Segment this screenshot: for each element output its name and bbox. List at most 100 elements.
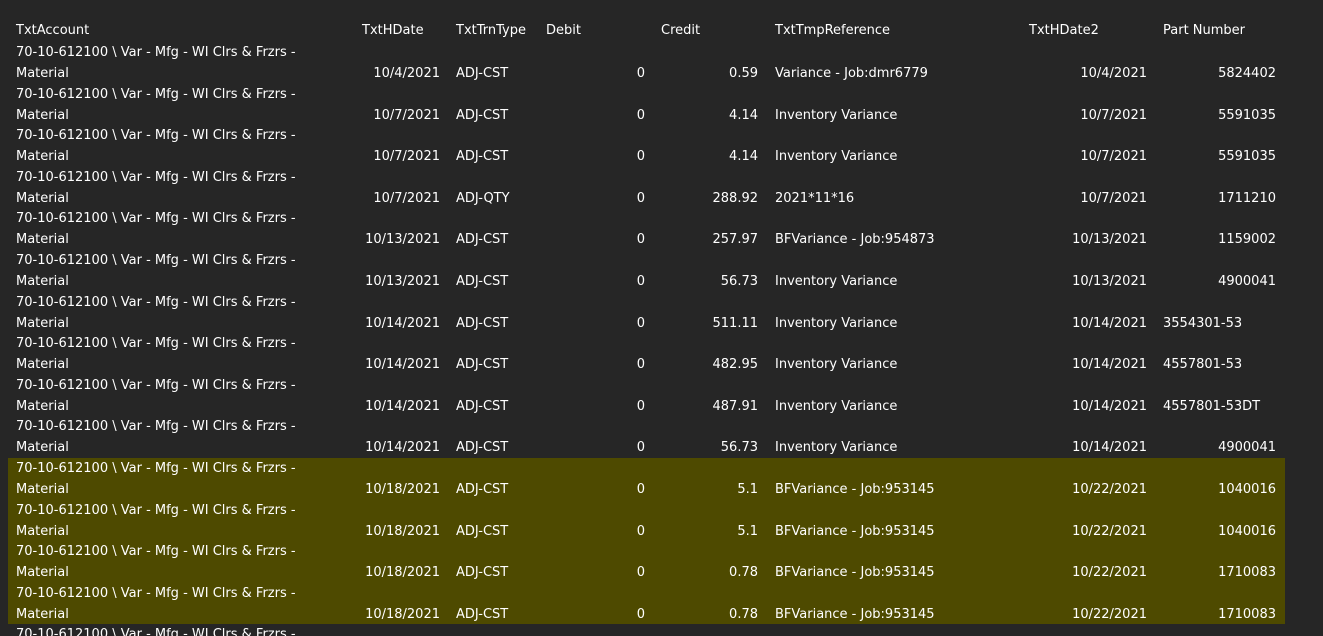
part-number-cell[interactable]: 1710083 <box>1163 605 1276 625</box>
debit-cell[interactable]: 0 <box>568 480 645 500</box>
hdate-cell[interactable]: 10/14/2021 <box>308 438 440 458</box>
credit-cell[interactable]: 4.14 <box>668 106 758 126</box>
trn-type-cell[interactable]: ADJ-QTY <box>456 189 510 209</box>
table-row[interactable]: 70-10-612100 \ Var - Mfg - WI Clrs & Frz… <box>8 250 1285 292</box>
credit-cell[interactable]: 4.14 <box>668 147 758 167</box>
trn-type-cell[interactable]: ADJ-CST <box>456 522 508 542</box>
credit-cell[interactable]: 0.59 <box>668 64 758 84</box>
debit-cell[interactable]: 0 <box>568 147 645 167</box>
debit-cell[interactable]: 0 <box>568 522 645 542</box>
account-cell-line2[interactable]: Material <box>16 522 69 542</box>
account-cell-line1[interactable]: 70-10-612100 \ Var - Mfg - WI Clrs & Frz… <box>16 542 296 562</box>
table-row[interactable]: 70-10-612100 \ Var - Mfg - WI Clrs & Frz… <box>8 375 1285 417</box>
hdate-cell[interactable]: 10/7/2021 <box>308 147 440 167</box>
hdate2-cell[interactable]: 10/22/2021 <box>1008 605 1147 625</box>
hdate-cell[interactable]: 10/18/2021 <box>308 522 440 542</box>
debit-cell[interactable]: 0 <box>568 189 645 209</box>
hdate2-cell[interactable]: 10/22/2021 <box>1008 480 1147 500</box>
trn-type-cell[interactable]: ADJ-CST <box>456 563 508 583</box>
hdate2-cell[interactable]: 10/13/2021 <box>1008 272 1147 292</box>
reference-cell[interactable]: Inventory Variance <box>775 355 897 375</box>
account-cell-line1[interactable]: 70-10-612100 \ Var - Mfg - WI Clrs & Frz… <box>16 85 296 105</box>
debit-cell[interactable]: 0 <box>568 438 645 458</box>
account-cell-line1[interactable]: 70-10-612100 \ Var - Mfg - WI Clrs & Frz… <box>16 43 296 63</box>
account-cell-line2[interactable]: Material <box>16 314 69 334</box>
debit-cell[interactable]: 0 <box>568 605 645 625</box>
hdate2-cell[interactable]: 10/7/2021 <box>1008 147 1147 167</box>
hdate-cell[interactable]: 10/4/2021 <box>308 64 440 84</box>
trn-type-cell[interactable]: ADJ-CST <box>456 230 508 250</box>
account-cell-line1[interactable]: 70-10-612100 \ Var - Mfg - WI Clrs & Frz… <box>16 459 296 479</box>
credit-cell[interactable]: 56.73 <box>668 272 758 292</box>
part-number-cell[interactable]: 4900041 <box>1163 438 1276 458</box>
credit-cell[interactable]: 288.92 <box>668 189 759 209</box>
column-header-reference[interactable]: TxtTmpReference <box>775 21 890 41</box>
column-header-trn-type[interactable]: TxtTrnType <box>456 21 526 41</box>
account-cell-line1[interactable]: 70-10-612100 \ Var - Mfg - WI Clrs & Frz… <box>16 293 296 313</box>
part-number-cell[interactable]: 1710083 <box>1163 563 1276 583</box>
column-header-hdate[interactable]: TxtHDate <box>362 21 424 41</box>
debit-cell[interactable]: 0 <box>568 106 645 126</box>
hdate2-cell[interactable]: 10/7/2021 <box>1008 189 1147 209</box>
hdate-cell[interactable]: 10/18/2021 <box>308 480 440 500</box>
hdate2-cell[interactable]: 10/13/2021 <box>1008 230 1147 250</box>
hdate-cell[interactable]: 10/18/2021 <box>308 605 440 625</box>
hdate-cell[interactable]: 10/13/2021 <box>308 272 440 292</box>
table-row[interactable]: 70-10-612100 \ Var - Mfg - WI Clrs & Frz… <box>8 541 1285 583</box>
reference-cell[interactable]: Inventory Variance <box>775 272 897 292</box>
part-number-cell[interactable]: 5824402 <box>1163 64 1276 84</box>
table-row[interactable]: 70-10-612100 \ Var - Mfg - WI Clrs & Frz… <box>8 458 1285 500</box>
hdate-cell[interactable]: 10/18/2021 <box>308 563 440 583</box>
account-cell-line1[interactable]: 70-10-612100 \ Var - Mfg - WI Clrs & Frz… <box>16 251 296 271</box>
trn-type-cell[interactable]: ADJ-CST <box>456 64 508 84</box>
hdate-cell[interactable]: 10/14/2021 <box>308 355 440 375</box>
account-cell-line2[interactable]: Material <box>16 563 69 583</box>
trn-type-cell[interactable]: ADJ-CST <box>456 272 508 292</box>
part-number-cell[interactable]: 1711210 <box>1163 189 1276 209</box>
column-header-debit[interactable]: Debit <box>546 21 581 41</box>
trn-type-cell[interactable]: ADJ-CST <box>456 314 508 334</box>
hdate-cell[interactable]: 10/14/2021 <box>308 397 440 417</box>
column-header-credit[interactable]: Credit <box>661 21 700 41</box>
account-cell-line2[interactable]: Material <box>16 230 69 250</box>
reference-cell[interactable]: BFVariance - Job:953145 <box>775 605 935 625</box>
part-number-cell[interactable]: 5591035 <box>1163 147 1276 167</box>
credit-cell[interactable]: 56.73 <box>668 438 758 458</box>
table-row[interactable]: 70-10-612100 \ Var - Mfg - WI Clrs & Frz… <box>8 167 1285 209</box>
hdate2-cell[interactable]: 10/14/2021 <box>1008 355 1147 375</box>
hdate-cell[interactable]: 10/13/2021 <box>308 230 440 250</box>
hdate-cell[interactable]: 10/7/2021 <box>308 106 440 126</box>
column-header-part-number[interactable]: Part Number <box>1163 21 1245 41</box>
debit-cell[interactable]: 0 <box>568 230 645 250</box>
account-cell-line2[interactable]: Material <box>16 272 69 292</box>
part-number-cell[interactable]: 3554301-53 <box>1163 314 1276 334</box>
part-number-cell[interactable]: 4557801-53 <box>1163 355 1276 375</box>
account-cell-line2[interactable]: Material <box>16 480 69 500</box>
reference-cell[interactable]: Variance - Job:dmr6779 <box>775 64 928 84</box>
account-cell-line2[interactable]: Material <box>16 147 69 167</box>
reference-cell[interactable]: Inventory Variance <box>775 147 897 167</box>
debit-cell[interactable]: 0 <box>568 64 645 84</box>
debit-cell[interactable]: 0 <box>568 563 645 583</box>
account-cell-line2[interactable]: Material <box>16 355 69 375</box>
debit-cell[interactable]: 0 <box>568 314 645 334</box>
debit-cell[interactable]: 0 <box>568 355 645 375</box>
reference-cell[interactable]: BFVariance - Job:953145 <box>775 480 935 500</box>
reference-cell[interactable]: Inventory Variance <box>775 397 897 417</box>
account-cell-line1[interactable]: 70-10-612100 \ Var - Mfg - WI Clrs & Frz… <box>16 417 296 437</box>
column-header-account[interactable]: TxtAccount <box>16 21 89 41</box>
account-cell-line2[interactable]: Material <box>16 605 69 625</box>
account-cell-line2[interactable]: Material <box>16 438 69 458</box>
table-row[interactable]: 70-10-612100 \ Var - Mfg - WI Clrs & Frz… <box>8 333 1285 375</box>
credit-cell[interactable]: 482.95 <box>668 355 759 375</box>
debit-cell[interactable]: 0 <box>568 397 645 417</box>
account-cell-line2[interactable]: Material <box>16 106 69 126</box>
trn-type-cell[interactable]: ADJ-CST <box>456 397 508 417</box>
account-cell-line1[interactable]: 70-10-612100 \ Var - Mfg - WI Clrs & Frz… <box>16 126 296 146</box>
account-cell-line2[interactable]: Material <box>16 189 69 209</box>
account-cell-line1[interactable]: 70-10-612100 \ Var - Mfg - WI Clrs & Frz… <box>16 376 296 396</box>
hdate2-cell[interactable]: 10/14/2021 <box>1008 397 1147 417</box>
trn-type-cell[interactable]: ADJ-CST <box>456 480 508 500</box>
hdate2-cell[interactable]: 10/14/2021 <box>1008 438 1147 458</box>
credit-cell[interactable]: 487.91 <box>668 397 759 417</box>
